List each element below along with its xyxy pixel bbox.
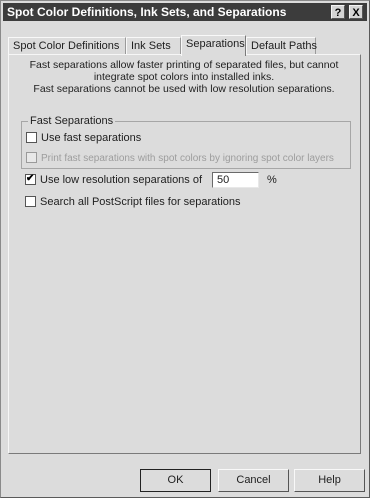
tab-separations[interactable]: Separations <box>181 35 246 56</box>
print-fast-separations-option: Print fast separations with spot colors … <box>26 152 334 164</box>
use-fast-separations-checkbox[interactable] <box>26 132 37 143</box>
intro-line-1: Fast separations allow faster printing o… <box>29 59 339 71</box>
intro-line-3: Fast separations cannot be used with low… <box>33 83 335 95</box>
cancel-button[interactable]: Cancel <box>218 469 289 492</box>
use-fast-separations-option[interactable]: Use fast separations <box>26 132 141 144</box>
low-res-separations-label: Use low resolution separations of <box>40 174 203 186</box>
search-postscript-label: Search all PostScript files for separati… <box>40 196 241 208</box>
percent-unit-label: % <box>267 174 277 186</box>
fast-separations-group: Fast Separations Use fast separations Pr… <box>21 115 351 169</box>
window-title: Spot Color Definitions, Ink Sets, and Se… <box>7 5 287 19</box>
search-postscript-option[interactable]: Search all PostScript files for separati… <box>25 196 241 208</box>
intro-text: Fast separations allow faster printing o… <box>19 59 349 95</box>
help-button[interactable]: Help <box>294 469 365 492</box>
low-res-separations-option[interactable]: ✔ Use low resolution separations of <box>25 173 203 186</box>
tab-spot-color-definitions[interactable]: Spot Color Definitions <box>8 37 126 54</box>
separations-panel: Fast separations allow faster printing o… <box>8 54 361 454</box>
use-fast-separations-label: Use fast separations <box>41 132 142 144</box>
print-fast-separations-label: Print fast separations with spot colors … <box>41 153 334 164</box>
low-res-percent-input[interactable]: 50 <box>212 172 259 188</box>
fast-separations-group-label: Fast Separations <box>28 115 116 127</box>
close-button[interactable]: X <box>349 5 363 19</box>
title-bar[interactable]: Spot Color Definitions, Ink Sets, and Se… <box>3 3 367 21</box>
tab-default-paths[interactable]: Default Paths <box>246 37 317 54</box>
print-fast-separations-checkbox <box>26 152 37 163</box>
tab-ink-sets[interactable]: Ink Sets <box>126 37 181 54</box>
low-res-separations-checkbox[interactable]: ✔ <box>25 173 36 185</box>
intro-line-2: integrate spot colors into installed ink… <box>93 71 275 83</box>
search-postscript-checkbox[interactable] <box>25 196 36 207</box>
help-title-button[interactable]: ? <box>331 5 345 19</box>
checkmark-icon: ✔ <box>26 173 35 184</box>
ok-button[interactable]: OK <box>140 469 211 492</box>
dialog-window: Spot Color Definitions, Ink Sets, and Se… <box>0 0 370 498</box>
